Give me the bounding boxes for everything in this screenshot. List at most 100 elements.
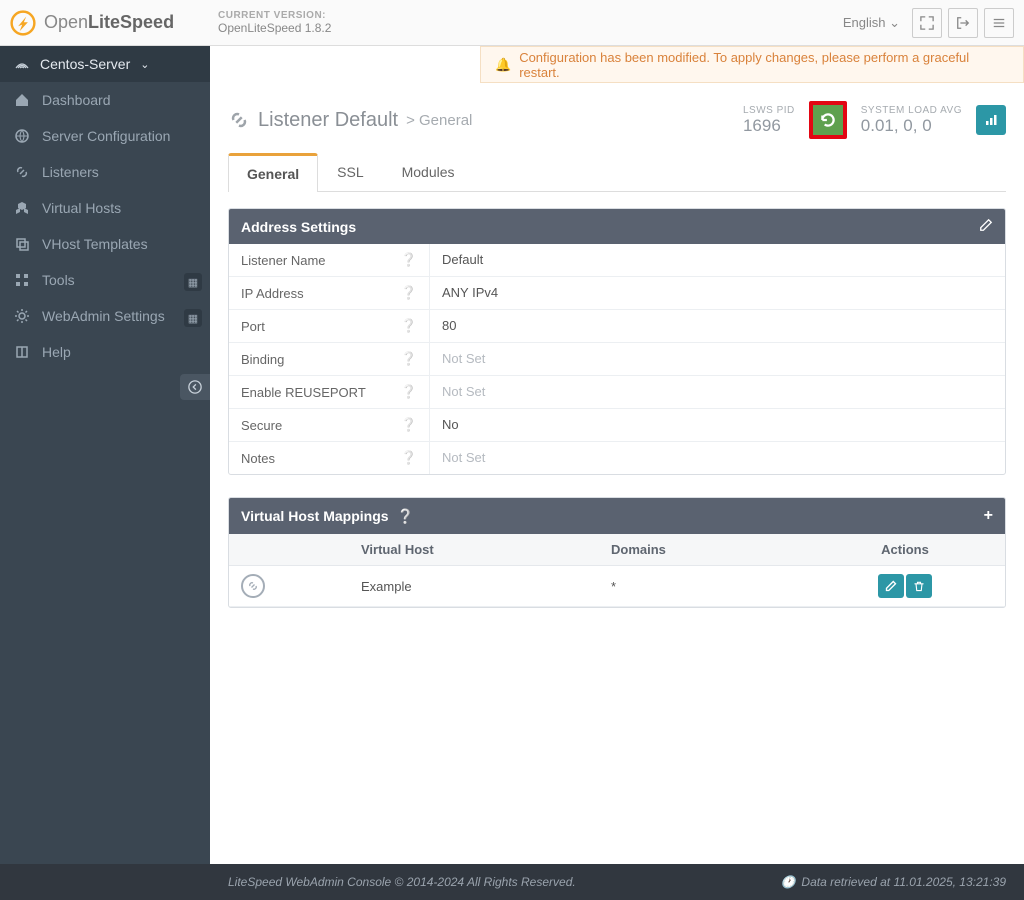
nav-tools[interactable]: Tools▦ bbox=[0, 262, 210, 298]
row-value: Default bbox=[429, 244, 1005, 276]
mapping-row: Example* bbox=[229, 566, 1005, 607]
settings-row: Notes❔Not Set bbox=[229, 442, 1005, 474]
help-icon[interactable]: ❔ bbox=[397, 508, 414, 525]
tabs: General SSL Modules bbox=[228, 153, 1006, 192]
brand-text: OpenLiteSpeed bbox=[44, 12, 174, 33]
version-value: OpenLiteSpeed 1.8.2 bbox=[218, 21, 837, 35]
help-icon[interactable]: ❔ bbox=[401, 318, 417, 334]
signal-icon bbox=[14, 56, 30, 72]
bell-icon: 🔔 bbox=[495, 57, 511, 73]
copyright-text: LiteSpeed WebAdmin Console © 2014-2024 A… bbox=[228, 875, 576, 889]
delete-mapping-button[interactable] bbox=[906, 574, 932, 598]
edit-mapping-button[interactable] bbox=[878, 574, 904, 598]
link-icon bbox=[228, 109, 250, 131]
version-block: CURRENT VERSION: OpenLiteSpeed 1.8.2 bbox=[210, 10, 837, 35]
tab-general[interactable]: General bbox=[228, 153, 318, 192]
language-selector[interactable]: English ⌄ bbox=[837, 11, 906, 35]
load-metric: SYSTEM LOAD AVG 0.01, 0, 0 bbox=[861, 105, 962, 136]
restart-icon bbox=[819, 111, 837, 129]
edit-address-button[interactable] bbox=[979, 218, 993, 235]
vhost-mappings-panel: Virtual Host Mappings ❔ + Virtual Host D… bbox=[228, 497, 1006, 608]
main-panel: 🔔 Configuration has been modified. To ap… bbox=[210, 46, 1024, 864]
help-icon[interactable]: ❔ bbox=[401, 450, 417, 466]
row-value: Not Set bbox=[429, 343, 1005, 375]
nav-webadmin-settings[interactable]: WebAdmin Settings▦ bbox=[0, 298, 210, 334]
chart-icon bbox=[983, 112, 999, 128]
retrieved-text: Data retrieved at 11.01.2025, 13:21:39 bbox=[801, 875, 1006, 889]
logo[interactable]: OpenLiteSpeed bbox=[10, 10, 210, 36]
settings-row: Secure❔No bbox=[229, 409, 1005, 442]
help-icon[interactable]: ❔ bbox=[401, 384, 417, 400]
logout-button[interactable] bbox=[948, 8, 978, 38]
settings-row: Enable REUSEPORT❔Not Set bbox=[229, 376, 1005, 409]
link-icon bbox=[241, 574, 265, 598]
tab-ssl[interactable]: SSL bbox=[318, 153, 382, 191]
vhost-cell: Example bbox=[349, 571, 599, 602]
row-label: Port❔ bbox=[229, 310, 429, 342]
row-label: Listener Name❔ bbox=[229, 244, 429, 276]
chevron-down-icon: ⌄ bbox=[889, 15, 900, 30]
nav-listeners[interactable]: Listeners bbox=[0, 154, 210, 190]
row-label: IP Address❔ bbox=[229, 277, 429, 309]
config-modified-alert: 🔔 Configuration has been modified. To ap… bbox=[480, 46, 1024, 83]
nav-dashboard[interactable]: Dashboard bbox=[0, 82, 210, 118]
clock-icon: 🕐 bbox=[780, 875, 795, 889]
cubes-icon bbox=[14, 200, 30, 216]
settings-row: Binding❔Not Set bbox=[229, 343, 1005, 376]
sidebar: Centos-Server ⌄ Dashboard Server Configu… bbox=[0, 46, 210, 864]
row-value: ANY IPv4 bbox=[429, 277, 1005, 309]
collapse-sidebar-button[interactable] bbox=[180, 374, 210, 400]
address-settings-panel: Address Settings Listener Name❔DefaultIP… bbox=[228, 208, 1006, 475]
pid-metric: LSWS PID 1696 bbox=[743, 105, 795, 136]
server-name: Centos-Server bbox=[40, 56, 130, 72]
help-icon[interactable]: ❔ bbox=[401, 351, 417, 367]
panel-title: Address Settings bbox=[241, 219, 356, 235]
help-icon[interactable]: ❔ bbox=[401, 285, 417, 301]
gear-icon bbox=[14, 308, 30, 324]
settings-row: Port❔80 bbox=[229, 310, 1005, 343]
row-value: Not Set bbox=[429, 442, 1005, 474]
expand-icon[interactable]: ▦ bbox=[184, 273, 202, 291]
nav-server-config[interactable]: Server Configuration bbox=[0, 118, 210, 154]
page-header: Listener Default > General LSWS PID 1696… bbox=[228, 101, 1006, 139]
help-icon[interactable]: ❔ bbox=[401, 252, 417, 268]
server-selector[interactable]: Centos-Server ⌄ bbox=[0, 46, 210, 82]
graceful-restart-button[interactable] bbox=[809, 101, 847, 139]
add-mapping-button[interactable]: + bbox=[984, 507, 993, 525]
nav-help[interactable]: Help bbox=[0, 334, 210, 370]
realtime-stats-button[interactable] bbox=[976, 105, 1006, 135]
arrow-left-icon bbox=[188, 380, 202, 394]
settings-row: Listener Name❔Default bbox=[229, 244, 1005, 277]
nav-menu: Dashboard Server Configuration Listeners… bbox=[0, 82, 210, 370]
domains-cell: * bbox=[599, 571, 805, 602]
edit-icon bbox=[979, 218, 993, 232]
home-icon bbox=[14, 92, 30, 108]
alert-text: Configuration has been modified. To appl… bbox=[519, 50, 1009, 80]
row-label: Secure❔ bbox=[229, 409, 429, 441]
copy-icon bbox=[14, 236, 30, 252]
footer: LiteSpeed WebAdmin Console © 2014-2024 A… bbox=[0, 864, 1024, 900]
row-label: Enable REUSEPORT❔ bbox=[229, 376, 429, 408]
page-title: Listener Default > General bbox=[228, 109, 472, 132]
settings-row: IP Address❔ANY IPv4 bbox=[229, 277, 1005, 310]
globe-icon bbox=[14, 128, 30, 144]
row-value: 80 bbox=[429, 310, 1005, 342]
nav-virtual-hosts[interactable]: Virtual Hosts bbox=[0, 190, 210, 226]
grid-icon bbox=[14, 272, 30, 288]
panel-title: Virtual Host Mappings bbox=[241, 508, 389, 524]
chevron-down-icon: ⌄ bbox=[140, 58, 149, 71]
expand-icon[interactable]: ▦ bbox=[184, 309, 202, 327]
row-value: No bbox=[429, 409, 1005, 441]
version-label: CURRENT VERSION: bbox=[218, 10, 837, 21]
nav-vhost-templates[interactable]: VHost Templates bbox=[0, 226, 210, 262]
brand-icon bbox=[10, 10, 36, 36]
mappings-table-header: Virtual Host Domains Actions bbox=[229, 534, 1005, 566]
row-label: Binding❔ bbox=[229, 343, 429, 375]
tab-modules[interactable]: Modules bbox=[383, 153, 474, 191]
help-icon[interactable]: ❔ bbox=[401, 417, 417, 433]
top-bar: OpenLiteSpeed CURRENT VERSION: OpenLiteS… bbox=[0, 0, 1024, 46]
menu-button[interactable] bbox=[984, 8, 1014, 38]
row-label: Notes❔ bbox=[229, 442, 429, 474]
fullscreen-button[interactable] bbox=[912, 8, 942, 38]
book-icon bbox=[14, 344, 30, 360]
